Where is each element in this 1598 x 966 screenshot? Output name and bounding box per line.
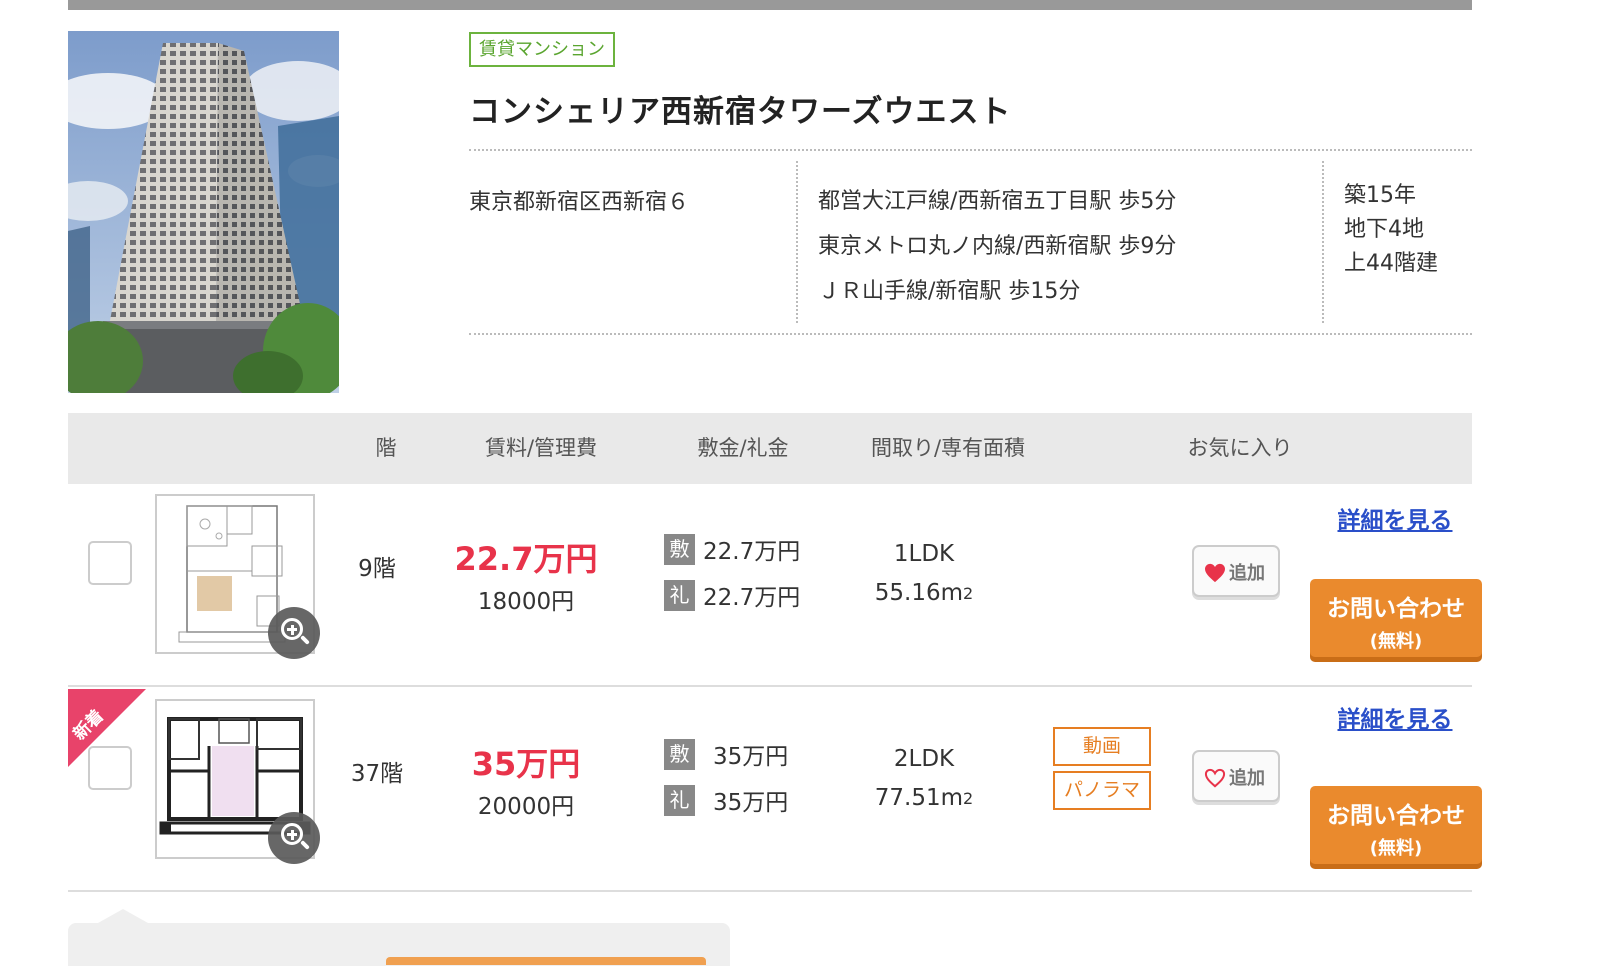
deposit-value: 35万円	[713, 744, 789, 770]
heart-outline-icon	[1204, 768, 1226, 788]
unit-management-fee: 18000円	[477, 589, 575, 615]
deposit-mark: 敷	[664, 738, 695, 770]
station-access: 都営大江戸線/西新宿五丁目駅 歩5分	[818, 189, 1177, 214]
view-details-link[interactable]: 詳細を見る	[1310, 700, 1480, 734]
heart-filled-icon	[1205, 563, 1225, 583]
top-divider-bar	[68, 0, 1472, 10]
inquiry-free-label: (無料)	[1369, 631, 1423, 652]
video-tag[interactable]: 動画	[1053, 727, 1151, 766]
header-layout: 間取り/専有面積	[870, 436, 1026, 460]
property-info: 東京都新宿区西新宿６ 都営大江戸線/西新宿五丁目駅 歩5分 東京メトロ丸ノ内線/…	[469, 149, 1472, 335]
address: 東京都新宿区西新宿６	[469, 190, 690, 215]
building-age: 築15年	[1344, 183, 1416, 208]
deposit-mark: 敷	[664, 533, 695, 565]
panorama-tag[interactable]: パノラマ	[1053, 771, 1151, 810]
unit-layout: 1LDK	[893, 541, 955, 567]
above-ground-floors: 上44階建	[1344, 251, 1438, 276]
inquiry-button[interactable]: お問い合わせ (無料)	[1310, 786, 1482, 864]
floor-plan-thumbnail[interactable]	[155, 494, 320, 659]
key-money-mark: 礼	[664, 784, 695, 816]
key-money-value: 22.7万円	[703, 585, 801, 611]
unit-management-fee: 20000円	[477, 794, 575, 820]
inquiry-label: お問い合わせ	[1327, 596, 1465, 622]
deposit-value: 22.7万円	[703, 539, 801, 565]
unit-area: 77.51m2	[875, 785, 973, 811]
area-unit-exponent: 2	[963, 789, 974, 808]
add-favorite-button[interactable]: 追加	[1192, 545, 1280, 597]
unit-rent: 35万円	[471, 745, 581, 783]
unit-row: 9階 22.7万円 18000円 敷 22.7万円 礼 22.7万円 1LDK 55…	[68, 484, 1482, 687]
unit-deposit: 敷 35万円	[664, 737, 788, 771]
unit-floor: 37階	[350, 761, 404, 787]
station-access-list: 都営大江戸線/西新宿五丁目駅 歩5分 東京メトロ丸ノ内線/西新宿駅 歩9分 ＪＲ…	[796, 161, 1176, 323]
header-floor: 階	[375, 436, 397, 460]
inquiry-button[interactable]: お問い合わせ (無料)	[1310, 579, 1482, 657]
unit-area: 55.16m2	[875, 580, 973, 606]
inquiry-label: お問い合わせ	[1327, 803, 1465, 829]
unit-key-money: 礼 22.7万円	[664, 578, 800, 612]
view-details-link[interactable]: 詳細を見る	[1310, 501, 1480, 535]
station-access: ＪＲ山手線/新宿駅 歩15分	[818, 279, 1081, 304]
favorite-label: 追加	[1229, 768, 1265, 789]
unit-row: 新着 37階 35万円 20000円 敷 35万円 礼 35万円 2LDK 77.5…	[68, 689, 1482, 892]
header-deposit: 敷金/礼金	[697, 436, 789, 460]
unit-deposit: 敷 22.7万円	[664, 532, 800, 566]
add-favorite-button[interactable]: 追加	[1192, 750, 1280, 802]
unit-layout: 2LDK	[893, 746, 955, 772]
unit-key-money: 礼 35万円	[664, 783, 788, 817]
area-value: 77.51m	[874, 785, 964, 811]
header-favorite: お気に入り	[1187, 436, 1293, 460]
bottom-orange-button[interactable]	[386, 957, 706, 965]
floor-plan-thumbnail[interactable]	[155, 699, 320, 864]
station-access: 東京メトロ丸ノ内線/西新宿駅 歩9分	[818, 234, 1177, 259]
key-money-value: 35万円	[713, 790, 789, 816]
area-value: 55.16m	[874, 580, 964, 606]
basement-floors: 地下4地	[1344, 217, 1424, 242]
building-photo[interactable]	[68, 31, 339, 393]
unit-select-checkbox[interactable]	[88, 746, 132, 790]
unit-rent: 22.7万円	[454, 540, 598, 578]
area-unit-exponent: 2	[963, 584, 974, 603]
bottom-action-panel	[68, 909, 730, 966]
zoom-icon[interactable]	[268, 812, 320, 864]
key-money-mark: 礼	[664, 579, 695, 611]
header-rent: 賃料/管理費	[484, 436, 598, 460]
unit-select-checkbox[interactable]	[88, 541, 132, 585]
unit-floor: 9階	[358, 556, 396, 582]
units-table-header: 階 賃料/管理費 敷金/礼金 間取り/専有面積 お気に入り	[68, 413, 1472, 484]
inquiry-free-label: (無料)	[1369, 838, 1423, 859]
building-name: コンシェリア西新宿タワーズウエスト	[469, 94, 1012, 130]
zoom-icon[interactable]	[268, 607, 320, 659]
property-type-tag: 賃貸マンション	[469, 32, 615, 67]
favorite-label: 追加	[1229, 563, 1265, 584]
building-age-floors: 築15年 地下4地 上44階建	[1322, 161, 1438, 323]
